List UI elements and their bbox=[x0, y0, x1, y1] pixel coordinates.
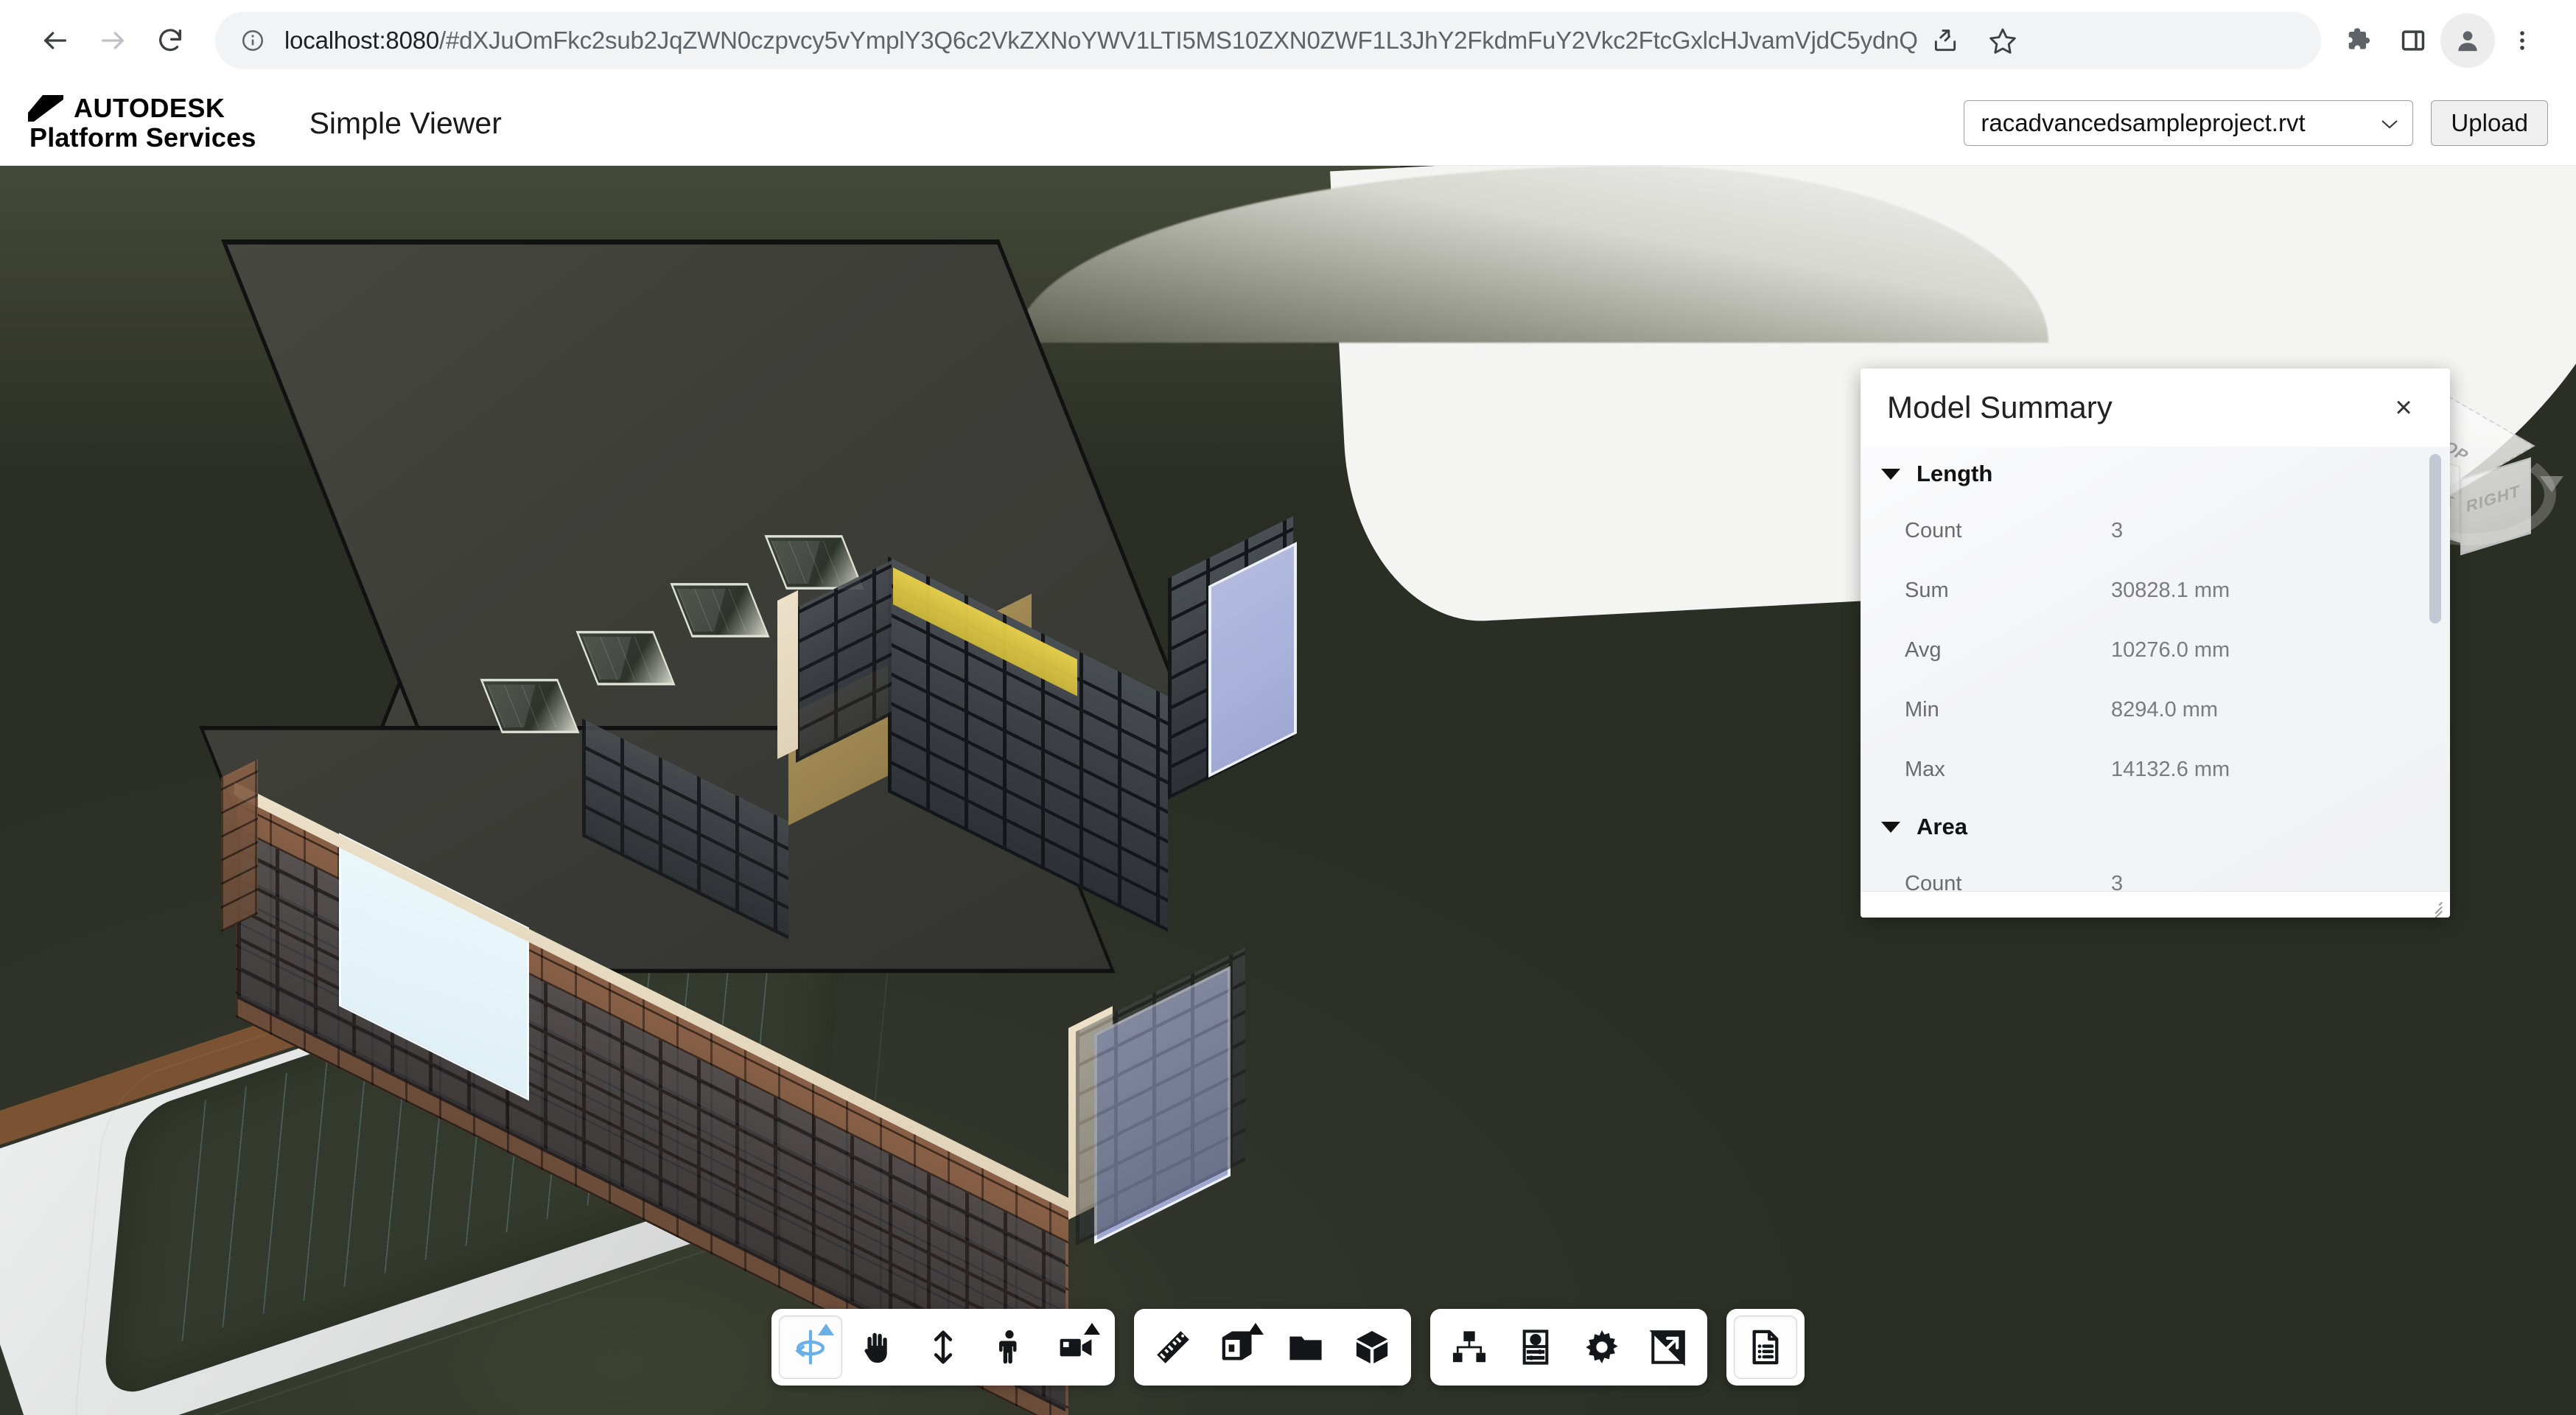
url-host: localhost:8080 bbox=[284, 27, 440, 54]
summary-row-key: Sum bbox=[1905, 579, 1949, 602]
panel-scrollbar-track[interactable] bbox=[2429, 450, 2446, 888]
building-model[interactable] bbox=[0, 166, 1474, 1415]
hierarchy-tree-icon bbox=[1452, 1331, 1486, 1363]
first-person-tool-button[interactable] bbox=[978, 1316, 1041, 1379]
caret-up-icon[interactable] bbox=[1247, 1323, 1264, 1335]
brand-name: AUTODESK bbox=[74, 93, 225, 123]
summary-row-key: Min bbox=[1905, 698, 1939, 722]
extension-tools bbox=[1726, 1309, 1805, 1386]
folder-icon bbox=[1289, 1336, 1322, 1360]
model-select[interactable]: racadvancedsampleproject.rvt bbox=[1964, 100, 2414, 146]
summary-row-value: 30828.1 mm bbox=[2111, 579, 2230, 602]
summary-group-header[interactable]: Length bbox=[1861, 447, 2450, 501]
browser-toolbar: localhost:8080/#dXJuOmFkc2sub2JqZWN0czpv… bbox=[0, 0, 2576, 81]
model-summary-footer bbox=[1861, 891, 2450, 918]
panel-resize-handle[interactable] bbox=[2426, 897, 2443, 918]
forward-arrow-icon[interactable] bbox=[84, 12, 141, 69]
fullscreen-button[interactable] bbox=[1637, 1316, 1700, 1379]
zoom-tool-button[interactable] bbox=[911, 1316, 975, 1379]
summary-group-header[interactable]: Area bbox=[1861, 800, 2450, 854]
pan-hand-icon bbox=[864, 1332, 887, 1363]
facade-brick-west bbox=[221, 759, 258, 932]
zoom-updown-icon bbox=[934, 1330, 953, 1364]
site-info-icon[interactable] bbox=[240, 28, 265, 53]
model-tree-button[interactable] bbox=[1438, 1316, 1501, 1379]
summary-row-key: Avg bbox=[1905, 638, 1942, 662]
model-summary-panel[interactable]: Model Summary × Length Count 3 Sum 30828.1 m… bbox=[1861, 368, 2450, 918]
view-cube-arrow-right-icon[interactable] bbox=[2540, 476, 2563, 492]
summary-row-key: Max bbox=[1905, 758, 1945, 781]
chevron-down-icon bbox=[2380, 112, 2399, 135]
upload-button[interactable]: Upload bbox=[2431, 100, 2548, 146]
model-view-button[interactable] bbox=[1340, 1316, 1404, 1379]
orbit-tool-button[interactable] bbox=[779, 1316, 842, 1379]
summary-group-name: Length bbox=[1917, 461, 1993, 486]
settings-button[interactable] bbox=[1570, 1316, 1634, 1379]
cube-icon bbox=[1356, 1330, 1388, 1364]
summary-row: Count 3 bbox=[1861, 501, 2450, 561]
more-menu-icon[interactable] bbox=[2495, 13, 2549, 68]
courtyard-column bbox=[777, 590, 798, 759]
brand-subtitle: Platform Services bbox=[29, 122, 256, 153]
properties-button[interactable] bbox=[1504, 1316, 1567, 1379]
walk-person-icon bbox=[999, 1330, 1017, 1364]
model-summary-button[interactable] bbox=[1734, 1316, 1797, 1379]
gear-icon bbox=[1586, 1330, 1618, 1364]
summary-row-value: 3 bbox=[2111, 519, 2124, 542]
camera-tool-button[interactable] bbox=[1044, 1316, 1107, 1379]
summary-row: Min 8294.0 mm bbox=[1861, 680, 2450, 740]
pan-tool-button[interactable] bbox=[845, 1316, 909, 1379]
measure-tool-button[interactable] bbox=[1141, 1316, 1205, 1379]
app-header: AUTODESK Platform Services Simple Viewer… bbox=[0, 81, 2576, 166]
summary-row-value: 14132.6 mm bbox=[2111, 758, 2230, 781]
model-summary-body: Length Count 3 Sum 30828.1 mm Avg 10276.0 mm Mi… bbox=[1861, 447, 2450, 891]
document-list-icon bbox=[1752, 1330, 1779, 1365]
model-tools bbox=[1134, 1309, 1411, 1386]
bookmark-star-icon[interactable] bbox=[1975, 13, 2030, 68]
caret-up-icon[interactable] bbox=[818, 1324, 834, 1335]
address-bar[interactable]: localhost:8080/#dXJuOmFkc2sub2JqZWN0czpv… bbox=[215, 12, 2321, 69]
close-icon[interactable]: × bbox=[2384, 388, 2423, 427]
url-path: /#dXJuOmFkc2sub2JqZWN0czpvcy5vYmplY3Q6c2… bbox=[439, 27, 1918, 54]
properties-icon bbox=[1522, 1330, 1549, 1365]
page-title: Simple Viewer bbox=[309, 105, 502, 140]
ruler-icon bbox=[1157, 1331, 1189, 1363]
summary-row-value: 3 bbox=[2111, 872, 2124, 891]
extensions-puzzle-icon[interactable] bbox=[2331, 13, 2386, 68]
reload-icon[interactable] bbox=[141, 12, 199, 69]
triangle-down-icon bbox=[1881, 468, 1900, 480]
model-viewport[interactable]: TOP FRONT RIGHT Model Summary × LengthCo… bbox=[0, 166, 2576, 1415]
explode-tool-button[interactable] bbox=[1274, 1316, 1337, 1379]
summary-group-name: Area bbox=[1917, 814, 1967, 839]
summary-row: Sum 30828.1 mm bbox=[1861, 561, 2450, 621]
model-summary-title: Model Summary bbox=[1887, 390, 2113, 424]
summary-row-key: Count bbox=[1905, 519, 1962, 542]
model-select-value: racadvancedsampleproject.rvt bbox=[1981, 109, 2306, 136]
fullscreen-icon bbox=[1649, 1330, 1685, 1366]
caret-up-icon[interactable] bbox=[1084, 1323, 1100, 1335]
viewer-toolbar[interactable] bbox=[771, 1309, 1805, 1386]
model-summary-header: Model Summary × bbox=[1861, 368, 2450, 447]
navigation-tools bbox=[771, 1309, 1115, 1386]
address-bar-url: localhost:8080/#dXJuOmFkc2sub2JqZWN0czpv… bbox=[284, 27, 1918, 55]
panel-scrollbar-thumb[interactable] bbox=[2429, 454, 2441, 623]
summary-row: Avg 10276.0 mm bbox=[1861, 621, 2450, 680]
autodesk-brand-logo: AUTODESK Platform Services bbox=[28, 95, 256, 151]
summary-row: Max 14132.6 mm bbox=[1861, 740, 2450, 800]
side-panel-icon[interactable] bbox=[2386, 13, 2440, 68]
summary-row-key: Count bbox=[1905, 872, 1962, 891]
panel-tools bbox=[1430, 1309, 1707, 1386]
profile-avatar-icon[interactable] bbox=[2440, 13, 2495, 68]
summary-row: Count 3 bbox=[1861, 854, 2450, 891]
model-summary-scroll-area[interactable]: Length Count 3 Sum 30828.1 mm Avg 10276.0 mm Mi… bbox=[1861, 447, 2450, 891]
share-icon[interactable] bbox=[1918, 13, 1973, 68]
section-tool-button[interactable] bbox=[1208, 1316, 1271, 1379]
autodesk-logo-mark bbox=[28, 95, 63, 122]
back-arrow-icon[interactable] bbox=[27, 12, 84, 69]
summary-row-value: 8294.0 mm bbox=[2111, 698, 2219, 722]
summary-row-value: 10276.0 mm bbox=[2111, 638, 2230, 662]
triangle-down-icon bbox=[1881, 821, 1900, 833]
